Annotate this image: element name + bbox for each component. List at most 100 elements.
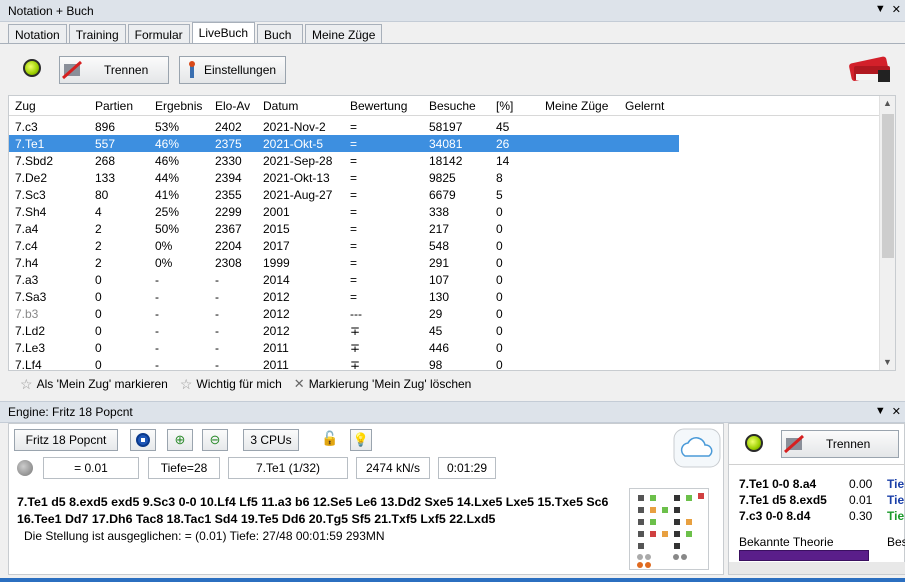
- zoom-in-button[interactable]: ⊕: [167, 429, 193, 451]
- disconnect-icon: [782, 433, 806, 455]
- table-cell: 6679: [429, 188, 456, 202]
- col-header-partien[interactable]: Partien: [95, 99, 133, 113]
- tab-formular[interactable]: Formular: [127, 24, 190, 44]
- table-cell: -: [155, 341, 159, 355]
- table-row[interactable]: 7.Sbd2 268 46% 2330 2021-Sep-28 = 18142 14: [9, 152, 881, 169]
- table-cell: 7.c4: [15, 239, 38, 253]
- table-cell: 291: [429, 256, 450, 270]
- table-row[interactable]: 7.b3 0 - - 2012 --- 29 0: [9, 305, 881, 322]
- table-cell: 0: [496, 358, 503, 371]
- table-cell: 46%: [155, 154, 180, 168]
- table-row[interactable]: 7.Sh4 4 25% 2299 2001 = 338 0: [9, 203, 881, 220]
- chevron-down-icon[interactable]: ▼: [875, 3, 886, 16]
- cpus-button[interactable]: 3 CPUs: [243, 429, 299, 451]
- tab-buch[interactable]: Buch: [257, 24, 304, 44]
- chevron-down-icon[interactable]: ▼: [875, 405, 886, 418]
- table-cell: 0: [95, 324, 102, 338]
- table-cell: 7.a3: [15, 273, 39, 287]
- panel-title: Notation + Buch: [8, 3, 94, 18]
- table-row[interactable]: 7.Le3 0 - - 2011 ∓ 446 0: [9, 339, 881, 356]
- tab-notation[interactable]: Notation: [8, 24, 67, 44]
- table-cell: 2012: [263, 307, 290, 321]
- book-line-2[interactable]: 7.Te1 d5 8.exd5: [739, 493, 827, 507]
- table-row[interactable]: 7.Lf4 0 - - 2011 ∓ 98 0: [9, 356, 881, 371]
- table-scrollbar[interactable]: ▲ ▼: [879, 96, 895, 370]
- col-header-zug[interactable]: Zug: [15, 99, 36, 113]
- theory-progress-bar: [739, 550, 869, 561]
- table-row[interactable]: 7.Sc3 80 41% 2355 2021-Aug-27 = 6679 5: [9, 186, 881, 203]
- horizontal-scrollbar[interactable]: [729, 562, 905, 574]
- engine-status-icon: [17, 460, 33, 476]
- table-cell: 2: [95, 256, 102, 270]
- col-header-gelernt[interactable]: Gelernt: [625, 99, 664, 113]
- engine-panel-titlebar: Engine: Fritz 18 Popcnt ▼ ✕: [0, 401, 905, 423]
- zoom-out-button[interactable]: ⊖: [202, 429, 228, 451]
- table-cell: 53%: [155, 120, 180, 134]
- table-cell: 2021-Okt-5: [263, 137, 324, 151]
- table-cell: ∓: [350, 324, 361, 338]
- col-header-ergebnis[interactable]: Ergebnis: [155, 99, 202, 113]
- delete-marking-button[interactable]: ✕ Markierung 'Mein Zug' löschen: [294, 376, 472, 392]
- col-header-besuche[interactable]: Besuche: [429, 99, 476, 113]
- tab-training[interactable]: Training: [68, 24, 126, 44]
- engine-name-button[interactable]: Fritz 18 Popcnt: [14, 429, 118, 451]
- col-header-elo-av[interactable]: Elo-Av: [215, 99, 250, 113]
- table-row[interactable]: 7.a4 2 50% 2367 2015 = 217 0: [9, 220, 881, 237]
- table-cell: -: [215, 358, 219, 371]
- scroll-down-icon[interactable]: ▼: [883, 357, 892, 367]
- disconnect-button-2[interactable]: Trennen: [781, 430, 899, 458]
- scrollbar-thumb[interactable]: [882, 114, 894, 258]
- table-cell: 217: [429, 222, 450, 236]
- table-cell: 268: [95, 154, 116, 168]
- table-cell: 2375: [215, 137, 242, 151]
- disconnect-button[interactable]: Trennen: [59, 56, 169, 84]
- engine-analysis-panel: Fritz 18 Popcnt ⊕ ⊖ 3 CPUs 🔓 💡 = 0.01 Ti…: [8, 423, 724, 575]
- col-header-bewertung[interactable]: Bewertung: [350, 99, 407, 113]
- book-line-move: 7.Te1 d5 8.exd5: [739, 493, 827, 507]
- important-button[interactable]: ☆ Wichtig für mich: [180, 376, 282, 393]
- table-row[interactable]: 7.a3 0 - - 2014 = 107 0: [9, 271, 881, 288]
- close-icon[interactable]: ✕: [892, 405, 901, 418]
- table-cell: 0: [95, 341, 102, 355]
- mark-my-move-button[interactable]: ☆ Als 'Mein Zug' markieren: [20, 376, 168, 393]
- settings-button[interactable]: Einstellungen: [179, 56, 286, 84]
- table-row[interactable]: 7.c3 896 53% 2402 2021-Nov-2 = 58197 45: [9, 118, 881, 135]
- cloud-icon[interactable]: [673, 428, 721, 471]
- secondary-engine-panel: Trennen 7.Te1 0-0 8.a4 0.00 Tie 7.Te1 d5…: [728, 423, 905, 575]
- important-label: Wichtig für mich: [196, 377, 282, 391]
- lock-icon[interactable]: 🔓: [321, 430, 338, 447]
- table-row[interactable]: 7.c4 2 0% 2204 2017 = 548 0: [9, 237, 881, 254]
- table-cell: 2: [95, 239, 102, 253]
- table-cell: =: [350, 222, 358, 236]
- close-icon[interactable]: ✕: [892, 3, 901, 16]
- book-line-move: 7.Te1 0-0 8.a4: [739, 477, 817, 491]
- book-line-tag: Tie: [887, 477, 905, 491]
- tab-meine-zuege[interactable]: Meine Züge: [305, 24, 383, 44]
- table-cell: =: [350, 120, 358, 134]
- table-cell: 46%: [155, 137, 180, 151]
- table-cell: =: [350, 137, 358, 151]
- col-header-meine-zuege[interactable]: Meine Züge: [545, 99, 608, 113]
- disconnect-label: Trennen: [104, 63, 149, 77]
- table-row[interactable]: 7.Ld2 0 - - 2012 ∓ 45 0: [9, 322, 881, 339]
- stop-engine-button[interactable]: [130, 429, 156, 451]
- book-line-3[interactable]: 7.c3 0-0 8.d4: [739, 509, 810, 523]
- col-header-datum[interactable]: Datum: [263, 99, 298, 113]
- table-row[interactable]: 7.h4 2 0% 2308 1999 = 291 0: [9, 254, 881, 271]
- table-cell: -: [215, 290, 219, 304]
- book-line-1[interactable]: 7.Te1 0-0 8.a4: [739, 477, 816, 491]
- tab-livebuch[interactable]: LiveBuch: [191, 22, 256, 44]
- zoom-in-icon: ⊕: [174, 432, 186, 447]
- table-row[interactable]: 7.Sa3 0 - - 2012 = 130 0: [9, 288, 881, 305]
- table-row[interactable]: 7.Te1 557 46% 2375 2021-Okt-5 = 34081 26: [9, 135, 881, 152]
- table-cell: 50%: [155, 222, 180, 236]
- table-cell: =: [350, 205, 358, 219]
- book-line-move: 7.c3 0-0 8.d4: [739, 509, 811, 523]
- table-cell: 2015: [263, 222, 290, 236]
- scroll-up-icon[interactable]: ▲: [883, 98, 892, 108]
- livebook-toolbar: Trennen Einstellungen: [0, 44, 905, 94]
- col-header-percent[interactable]: [%]: [496, 99, 513, 113]
- table-row[interactable]: 7.De2 133 44% 2394 2021-Okt-13 = 9825 8: [9, 169, 881, 186]
- hint-button[interactable]: 💡: [350, 429, 372, 451]
- mini-board-thumbnail[interactable]: [629, 488, 709, 570]
